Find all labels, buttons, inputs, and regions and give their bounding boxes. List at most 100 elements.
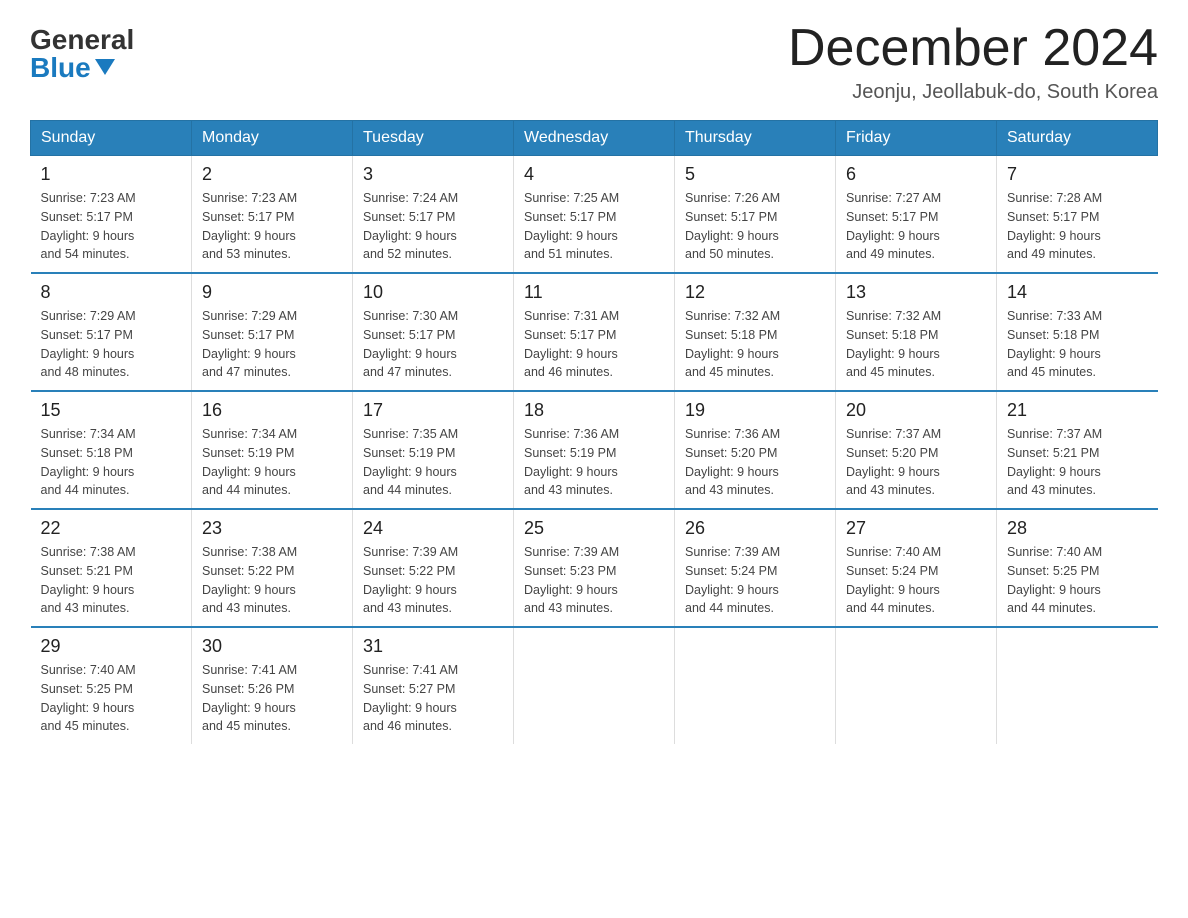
day-number: 27 xyxy=(846,518,986,539)
location-text: Jeonju, Jeollabuk-do, South Korea xyxy=(788,81,1158,104)
day-info: Sunrise: 7:29 AMSunset: 5:17 PMDaylight:… xyxy=(202,307,342,382)
calendar-cell: 29Sunrise: 7:40 AMSunset: 5:25 PMDayligh… xyxy=(31,627,192,744)
calendar-cell: 9 Sunrise: 7:29 AMSunset: 5:17 PMDaylight… xyxy=(192,273,353,391)
logo-blue-text: Blue xyxy=(30,54,115,82)
calendar-cell: 23 Sunrise: 7:38 AMSunset: 5:22 PMDayligh… xyxy=(192,509,353,627)
day-number: 19 xyxy=(685,400,825,421)
logo: General Blue xyxy=(30,20,134,82)
day-number: 21 xyxy=(1007,400,1148,421)
day-info: Sunrise: 7:25 AMSunset: 5:17 PMDaylight:… xyxy=(524,189,664,264)
day-number: 1 xyxy=(41,164,182,185)
day-info: Sunrise: 7:38 AMSunset: 5:21 PMDaylight:… xyxy=(41,543,182,618)
calendar-cell: 14 Sunrise: 7:33 AMSunset: 5:18 PMDayligh… xyxy=(997,273,1158,391)
day-number: 6 xyxy=(846,164,986,185)
day-number: 9 xyxy=(202,282,342,303)
header-cell-saturday: Saturday xyxy=(997,121,1158,156)
day-info: Sunrise: 7:36 AMSunset: 5:20 PMDaylight:… xyxy=(685,425,825,500)
calendar-cell: 18 Sunrise: 7:36 AMSunset: 5:19 PMDayligh… xyxy=(514,391,675,509)
day-number: 16 xyxy=(202,400,342,421)
calendar-cell: 28 Sunrise: 7:40 AMSunset: 5:25 PMDayligh… xyxy=(997,509,1158,627)
day-info: Sunrise: 7:39 AMSunset: 5:23 PMDaylight:… xyxy=(524,543,664,618)
calendar-cell: 27 Sunrise: 7:40 AMSunset: 5:24 PMDayligh… xyxy=(836,509,997,627)
day-info: Sunrise: 7:39 AMSunset: 5:24 PMDaylight:… xyxy=(685,543,825,618)
calendar-week-3: 15 Sunrise: 7:34 AMSunset: 5:18 PMDayligh… xyxy=(31,391,1158,509)
calendar-cell: 24Sunrise: 7:39 AMSunset: 5:22 PMDayligh… xyxy=(353,509,514,627)
day-info: Sunrise: 7:36 AMSunset: 5:19 PMDaylight:… xyxy=(524,425,664,500)
day-info: Sunrise: 7:40 AMSunset: 5:25 PMDaylight:… xyxy=(1007,543,1148,618)
day-number: 18 xyxy=(524,400,664,421)
day-info: Sunrise: 7:27 AMSunset: 5:17 PMDaylight:… xyxy=(846,189,986,264)
calendar-week-1: 1 Sunrise: 7:23 AMSunset: 5:17 PMDaylight… xyxy=(31,156,1158,274)
day-number: 4 xyxy=(524,164,664,185)
calendar-cell: 2 Sunrise: 7:23 AMSunset: 5:17 PMDaylight… xyxy=(192,156,353,274)
title-block: December 2024 Jeonju, Jeollabuk-do, Sout… xyxy=(788,20,1158,104)
day-info: Sunrise: 7:23 AMSunset: 5:17 PMDaylight:… xyxy=(202,189,342,264)
calendar-cell: 17Sunrise: 7:35 AMSunset: 5:19 PMDayligh… xyxy=(353,391,514,509)
day-info: Sunrise: 7:34 AMSunset: 5:18 PMDaylight:… xyxy=(41,425,182,500)
page-header: General Blue December 2024 Jeonju, Jeoll… xyxy=(30,20,1158,104)
header-cell-friday: Friday xyxy=(836,121,997,156)
day-number: 26 xyxy=(685,518,825,539)
day-number: 24 xyxy=(363,518,503,539)
calendar-cell: 11Sunrise: 7:31 AMSunset: 5:17 PMDayligh… xyxy=(514,273,675,391)
calendar-cell: 8 Sunrise: 7:29 AMSunset: 5:17 PMDaylight… xyxy=(31,273,192,391)
day-number: 15 xyxy=(41,400,182,421)
day-number: 7 xyxy=(1007,164,1148,185)
calendar-week-4: 22 Sunrise: 7:38 AMSunset: 5:21 PMDayligh… xyxy=(31,509,1158,627)
day-number: 22 xyxy=(41,518,182,539)
day-number: 28 xyxy=(1007,518,1148,539)
calendar-cell: 4 Sunrise: 7:25 AMSunset: 5:17 PMDaylight… xyxy=(514,156,675,274)
calendar-cell: 25 Sunrise: 7:39 AMSunset: 5:23 PMDayligh… xyxy=(514,509,675,627)
header-cell-wednesday: Wednesday xyxy=(514,121,675,156)
day-info: Sunrise: 7:32 AMSunset: 5:18 PMDaylight:… xyxy=(685,307,825,382)
calendar-week-2: 8 Sunrise: 7:29 AMSunset: 5:17 PMDaylight… xyxy=(31,273,1158,391)
calendar-cell xyxy=(514,627,675,744)
calendar-cell: 12 Sunrise: 7:32 AMSunset: 5:18 PMDayligh… xyxy=(675,273,836,391)
calendar-cell xyxy=(836,627,997,744)
calendar-week-5: 29Sunrise: 7:40 AMSunset: 5:25 PMDayligh… xyxy=(31,627,1158,744)
calendar-cell: 16 Sunrise: 7:34 AMSunset: 5:19 PMDayligh… xyxy=(192,391,353,509)
header-cell-sunday: Sunday xyxy=(31,121,192,156)
day-number: 11 xyxy=(524,282,664,303)
day-number: 5 xyxy=(685,164,825,185)
calendar-body: 1 Sunrise: 7:23 AMSunset: 5:17 PMDaylight… xyxy=(31,156,1158,745)
day-info: Sunrise: 7:37 AMSunset: 5:21 PMDaylight:… xyxy=(1007,425,1148,500)
calendar-cell: 5 Sunrise: 7:26 AMSunset: 5:17 PMDaylight… xyxy=(675,156,836,274)
calendar-cell: 6 Sunrise: 7:27 AMSunset: 5:17 PMDaylight… xyxy=(836,156,997,274)
day-info: Sunrise: 7:38 AMSunset: 5:22 PMDaylight:… xyxy=(202,543,342,618)
calendar-cell: 26 Sunrise: 7:39 AMSunset: 5:24 PMDayligh… xyxy=(675,509,836,627)
calendar-cell: 22 Sunrise: 7:38 AMSunset: 5:21 PMDayligh… xyxy=(31,509,192,627)
logo-triangle-icon xyxy=(95,59,115,75)
day-number: 8 xyxy=(41,282,182,303)
day-number: 12 xyxy=(685,282,825,303)
day-number: 3 xyxy=(363,164,503,185)
header-cell-monday: Monday xyxy=(192,121,353,156)
day-info: Sunrise: 7:41 AMSunset: 5:26 PMDaylight:… xyxy=(202,661,342,736)
header-cell-thursday: Thursday xyxy=(675,121,836,156)
day-info: Sunrise: 7:23 AMSunset: 5:17 PMDaylight:… xyxy=(41,189,182,264)
day-info: Sunrise: 7:37 AMSunset: 5:20 PMDaylight:… xyxy=(846,425,986,500)
day-number: 25 xyxy=(524,518,664,539)
day-info: Sunrise: 7:24 AMSunset: 5:17 PMDaylight:… xyxy=(363,189,503,264)
day-number: 2 xyxy=(202,164,342,185)
logo-general-text: General xyxy=(30,26,134,54)
calendar-cell: 1 Sunrise: 7:23 AMSunset: 5:17 PMDaylight… xyxy=(31,156,192,274)
day-info: Sunrise: 7:34 AMSunset: 5:19 PMDaylight:… xyxy=(202,425,342,500)
day-number: 13 xyxy=(846,282,986,303)
day-info: Sunrise: 7:40 AMSunset: 5:24 PMDaylight:… xyxy=(846,543,986,618)
day-info: Sunrise: 7:30 AMSunset: 5:17 PMDaylight:… xyxy=(363,307,503,382)
day-number: 23 xyxy=(202,518,342,539)
day-number: 31 xyxy=(363,636,503,657)
calendar-cell xyxy=(997,627,1158,744)
calendar-header: SundayMondayTuesdayWednesdayThursdayFrid… xyxy=(31,121,1158,156)
day-info: Sunrise: 7:33 AMSunset: 5:18 PMDaylight:… xyxy=(1007,307,1148,382)
calendar-cell: 19 Sunrise: 7:36 AMSunset: 5:20 PMDayligh… xyxy=(675,391,836,509)
day-info: Sunrise: 7:29 AMSunset: 5:17 PMDaylight:… xyxy=(41,307,182,382)
calendar-cell: 10Sunrise: 7:30 AMSunset: 5:17 PMDayligh… xyxy=(353,273,514,391)
day-number: 14 xyxy=(1007,282,1148,303)
calendar-cell: 31Sunrise: 7:41 AMSunset: 5:27 PMDayligh… xyxy=(353,627,514,744)
calendar-cell: 3 Sunrise: 7:24 AMSunset: 5:17 PMDaylight… xyxy=(353,156,514,274)
day-info: Sunrise: 7:26 AMSunset: 5:17 PMDaylight:… xyxy=(685,189,825,264)
header-cell-tuesday: Tuesday xyxy=(353,121,514,156)
calendar-cell: 20Sunrise: 7:37 AMSunset: 5:20 PMDayligh… xyxy=(836,391,997,509)
